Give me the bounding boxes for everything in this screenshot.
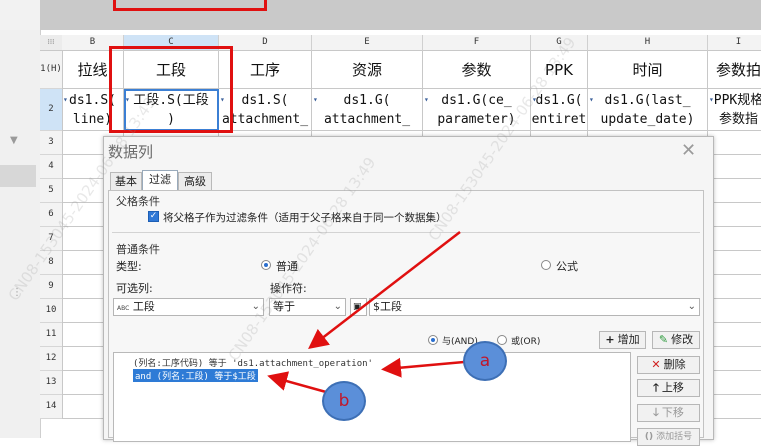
- annotation-b: b: [322, 381, 366, 421]
- arrow-a: [381, 357, 465, 378]
- annotation-a: a: [463, 341, 507, 381]
- annotation-arrows: [267, 231, 465, 394]
- arrow-to-condition-list: [308, 231, 461, 350]
- arrow-b: [267, 371, 327, 394]
